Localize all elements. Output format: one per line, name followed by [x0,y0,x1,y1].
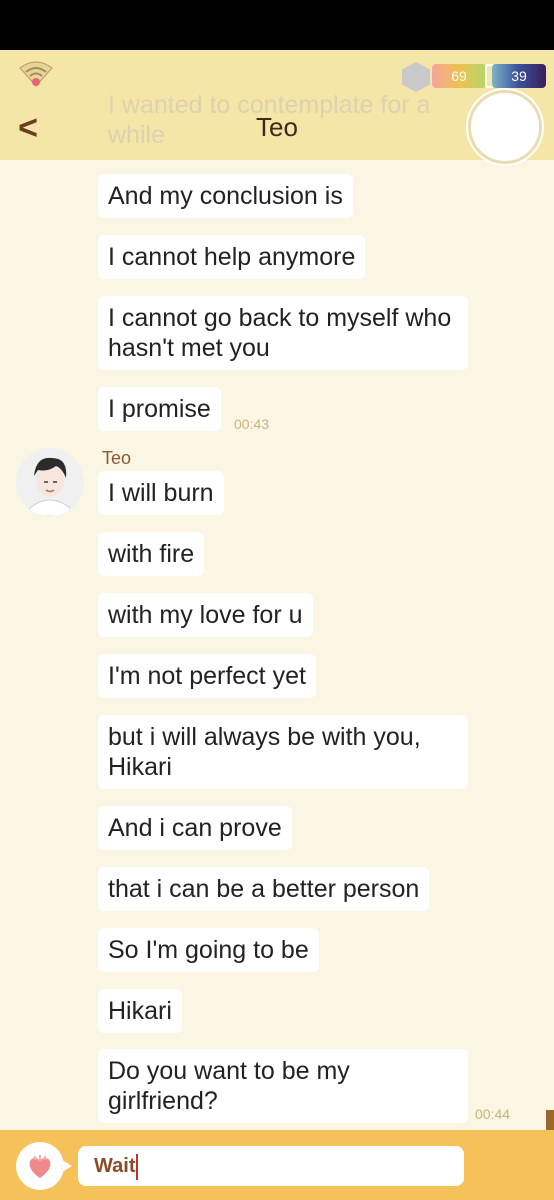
meter-a: 69 [432,64,486,88]
chat-title: Teo [256,112,298,142]
message-bubble: So I'm going to be [98,928,319,972]
message-bubble: I cannot help anymore [98,235,366,279]
scrollbar[interactable] [546,1110,554,1130]
chat-area[interactable]: And my conclusion is I cannot help anymo… [0,160,554,1130]
teo-avatar[interactable] [16,448,84,516]
meter-b: 39 [492,64,546,88]
message-bubble: Do you want to be my girlfriend? [98,1049,468,1123]
profile-button[interactable] [468,90,542,164]
message-bubble: I'm not perfect yet [98,654,316,698]
message-input[interactable]: Wait [78,1146,464,1186]
status-bar [0,0,554,50]
hexagon-icon [402,62,430,92]
heart-button[interactable] [16,1142,72,1190]
back-button[interactable]: < [12,110,44,146]
message-bubble: I will burn [98,471,224,515]
message-bubble: I promise [98,387,221,431]
message-bubble: I cannot go back to myself who hasn't me… [98,296,468,370]
message-bubble: with my love for u [98,593,313,637]
sender-name: Teo [102,448,132,468]
wifi-icon [19,61,53,87]
message-bubble: but i will always be with you, Hikari [98,715,468,789]
message-bubble: And my conclusion is [98,174,353,218]
message-input-value: Wait [94,1155,136,1177]
chat-header: I wanted to contemplate for a while < Te… [0,50,554,164]
message-timestamp: 00:43 [234,416,270,432]
message-bubble: with fire [98,532,205,576]
message-timestamp: 00:44 [475,1106,511,1122]
text-caret [136,1153,139,1180]
message-bubble: And i can prove [98,806,292,850]
message-bubble: that i can be a better person [98,867,430,911]
heart-icon [29,1155,51,1178]
input-bar: Wait [0,1130,554,1200]
message-bubble: Hikari [98,989,182,1033]
avatar-illustration [16,448,84,516]
